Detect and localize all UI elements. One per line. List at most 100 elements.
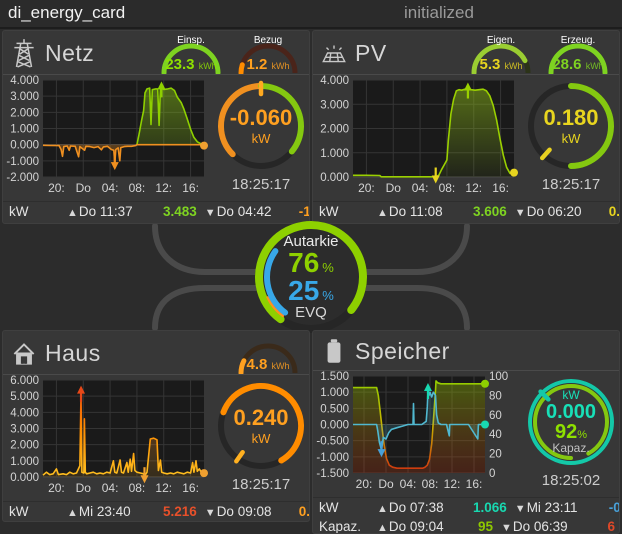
- haus-stats-row: kW ▲Mi 23:40 5.216 ▼Do 09:08 0.000: [3, 501, 309, 521]
- svg-text:3.000: 3.000: [10, 424, 39, 436]
- svg-text:Do: Do: [76, 481, 92, 495]
- window-titlebar: di_energy_card initialized: [0, 0, 622, 29]
- min-arrow-icon: ▼: [205, 207, 216, 219]
- speicher-stats-row-kapaz: Kapaz. ▲Do 09:04 95 ▼Do 06:39 6: [313, 517, 619, 534]
- svg-text:Do: Do: [378, 477, 394, 491]
- status-text: initialized: [404, 3, 474, 23]
- haus-timestamp: 18:25:17: [232, 476, 290, 493]
- svg-text:12:: 12:: [155, 481, 172, 495]
- speicher-stats-row-kw: kW ▲Do 07:38 1.066 ▼Mi 23:11 -0.793: [313, 497, 619, 517]
- panel-haus[interactable]: Haus 4.8 kWh 6.0005.0004.0003.0002.0001.…: [2, 330, 310, 522]
- svg-text:1.000: 1.000: [320, 148, 349, 160]
- svg-text:0.000: 0.000: [320, 172, 349, 184]
- svg-text:20:: 20:: [358, 181, 375, 195]
- evq-label: EVQ: [295, 305, 327, 320]
- svg-text:-1.000: -1.000: [316, 452, 349, 464]
- svg-text:04:: 04:: [400, 477, 417, 491]
- svg-text:6.000: 6.000: [10, 375, 39, 387]
- svg-text:08:: 08:: [129, 181, 146, 195]
- netz-bezug-badge[interactable]: Bezug 1.2 kWh: [231, 32, 305, 74]
- netz-stats-row: kW ▲Do 11:37 3.483 ▼Do 04:42 -1.140: [3, 201, 309, 221]
- panel-pv[interactable]: PV Eigen. 5.3 kWh Erzeug. 28.6 kWh 4.000…: [312, 30, 620, 224]
- svg-text:16:: 16:: [466, 477, 483, 491]
- max-arrow-icon: ▲: [377, 522, 388, 534]
- svg-text:4.000: 4.000: [320, 75, 349, 87]
- svg-text:04:: 04:: [102, 481, 119, 495]
- svg-text:0.000: 0.000: [10, 472, 39, 484]
- panel-netz[interactable]: Netz Einsp. 23.3 kWh Bezug 1.2 kWh 4.000…: [2, 30, 310, 224]
- speicher-header: Speicher: [313, 331, 619, 371]
- svg-text:4.000: 4.000: [10, 407, 39, 419]
- svg-text:08:: 08:: [422, 477, 439, 491]
- svg-text:16:: 16:: [182, 181, 199, 195]
- netz-einsp-badge[interactable]: Einsp. 23.3 kWh: [154, 32, 228, 74]
- min-arrow-icon: ▼: [501, 522, 512, 534]
- haus-chart: 6.0005.0004.0003.0002.0001.0000.00020:Do…: [3, 375, 211, 501]
- netz-timestamp: 18:25:17: [232, 176, 290, 193]
- svg-text:04:: 04:: [102, 181, 119, 195]
- max-arrow-icon: ▲: [377, 207, 388, 219]
- svg-text:1.000: 1.000: [10, 124, 39, 136]
- speicher-timestamp: 18:25:02: [542, 472, 600, 489]
- pv-eigen-badge[interactable]: Eigen. 5.3 kWh: [464, 32, 538, 74]
- speicher-chart: 1.500 1.000 0.500 0.000 -0.500 -1.000 -1.500 10…: [313, 371, 521, 497]
- svg-text:0.500: 0.500: [320, 403, 349, 415]
- svg-text:08:: 08:: [439, 181, 456, 195]
- center-band: Autarkie 76 % 25 % EVQ: [0, 224, 622, 330]
- svg-text:-0.500: -0.500: [316, 436, 349, 448]
- svg-text:0.000: 0.000: [10, 140, 39, 152]
- netz-chart: 4.0003.0002.0001.0000.000-1.000-2.00020:…: [3, 75, 211, 201]
- svg-text:12:: 12:: [444, 477, 461, 491]
- card-title: di_energy_card: [8, 3, 125, 23]
- netz-title: Netz: [45, 40, 94, 67]
- pv-stats-row: kW ▲Do 11:08 3.606 ▼Do 06:20 0.000: [313, 201, 619, 221]
- max-arrow-icon: ▲: [67, 207, 78, 219]
- svg-text:12:: 12:: [155, 181, 172, 195]
- svg-text:1.500: 1.500: [320, 371, 349, 383]
- svg-text:04:: 04:: [412, 181, 429, 195]
- svg-text:2.000: 2.000: [10, 440, 39, 452]
- min-arrow-icon: ▼: [205, 507, 216, 519]
- svg-text:-1.500: -1.500: [316, 468, 349, 480]
- pv-power-gauge[interactable]: 0.180 kW: [523, 78, 619, 174]
- svg-text:0.000: 0.000: [320, 420, 349, 432]
- svg-text:20:: 20:: [48, 481, 65, 495]
- max-arrow-icon: ▲: [377, 503, 388, 515]
- svg-text:5.000: 5.000: [10, 391, 39, 403]
- svg-text:1.000: 1.000: [320, 387, 349, 399]
- svg-text:60: 60: [489, 410, 502, 422]
- svg-text:80: 80: [489, 390, 502, 402]
- svg-text:40: 40: [489, 429, 502, 441]
- netz-header: Netz Einsp. 23.3 kWh Bezug 1.2 kWh: [3, 31, 309, 75]
- panel-speicher[interactable]: Speicher 1.500 1.000 0.500 0.000 -0.500 -1.00…: [312, 330, 620, 534]
- evq-value: 25 %: [288, 277, 334, 305]
- haus-power-gauge[interactable]: 0.240 kW: [213, 378, 309, 474]
- speicher-gauge[interactable]: kW 0.000 92% Kapaz.: [523, 374, 619, 470]
- pv-timestamp: 18:25:17: [542, 176, 600, 193]
- speicher-title: Speicher: [355, 338, 450, 365]
- svg-text:0: 0: [489, 468, 495, 480]
- svg-text:16:: 16:: [182, 481, 199, 495]
- svg-text:Do: Do: [76, 181, 92, 195]
- haus-header: Haus 4.8 kWh: [3, 331, 309, 375]
- house-icon: [9, 338, 39, 368]
- autarkie-gauge[interactable]: Autarkie 76 % 25 % EVQ: [253, 219, 369, 335]
- battery-icon: [319, 336, 349, 366]
- svg-text:20:: 20:: [356, 477, 373, 491]
- svg-text:2.000: 2.000: [10, 107, 39, 119]
- min-arrow-icon: ▼: [515, 503, 526, 515]
- solar-panel-icon: [319, 38, 349, 68]
- pv-erzeug-badge[interactable]: Erzeug. 28.6 kWh: [541, 32, 615, 74]
- svg-text:12:: 12:: [465, 181, 482, 195]
- svg-text:Do: Do: [386, 181, 402, 195]
- autarkie-value: 76 %: [288, 249, 334, 277]
- svg-text:4.000: 4.000: [10, 75, 39, 87]
- svg-text:-1.000: -1.000: [6, 156, 39, 168]
- haus-verbrauch-badge[interactable]: 4.8 kWh: [231, 332, 305, 374]
- svg-text:16:: 16:: [492, 181, 509, 195]
- svg-text:100: 100: [489, 371, 508, 383]
- netz-power-gauge[interactable]: -0.060 kW: [213, 78, 309, 174]
- svg-text:20:: 20:: [48, 181, 65, 195]
- svg-text:2.000: 2.000: [320, 124, 349, 136]
- svg-text:-2.000: -2.000: [6, 172, 39, 184]
